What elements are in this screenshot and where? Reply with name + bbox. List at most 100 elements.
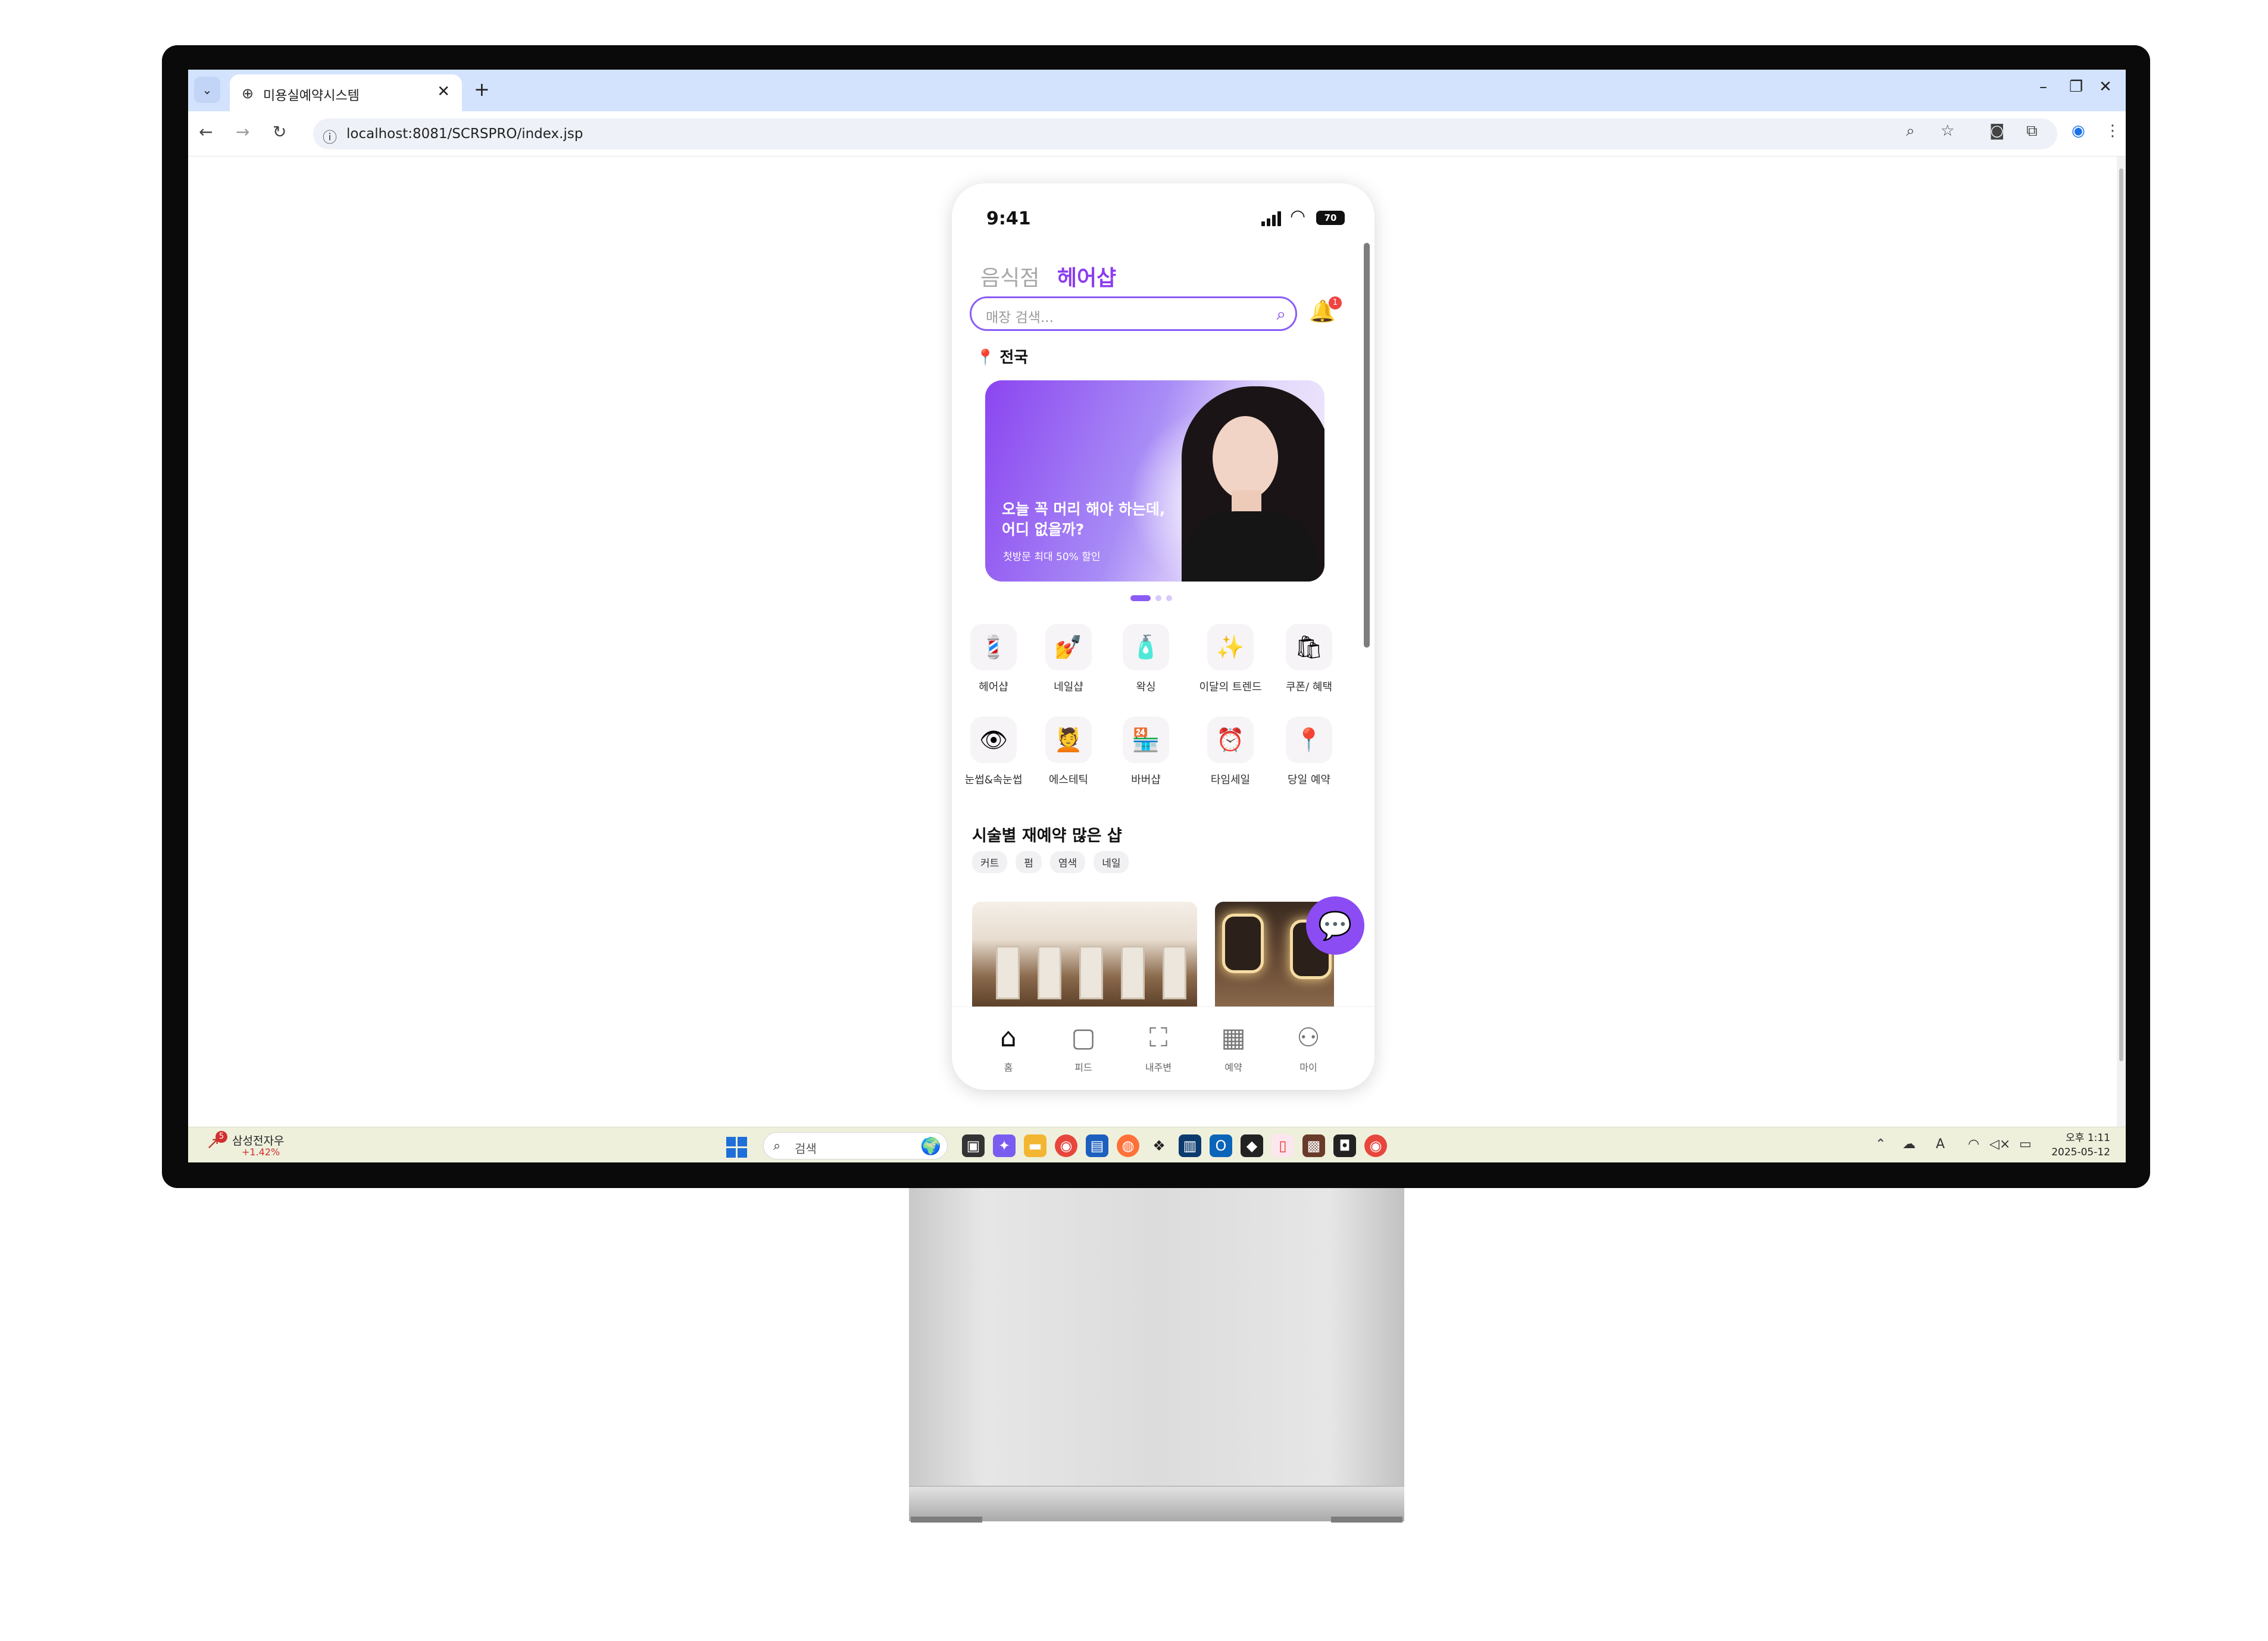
minimize-icon[interactable]: – <box>2039 78 2047 96</box>
page-scrollbar[interactable] <box>2117 157 2126 1127</box>
category-label: 타임세일 <box>1210 774 1251 786</box>
battery-icon[interactable]: ▭ <box>2019 1137 2032 1152</box>
category-label: 네일샵 <box>1054 681 1083 693</box>
extensions-icon[interactable]: ⧉ <box>2026 122 2038 140</box>
figma-icon[interactable]: ◆ <box>1241 1134 1263 1157</box>
chrome-icon[interactable]: ◉ <box>1364 1134 1387 1157</box>
firefox-icon[interactable]: ◍ <box>1117 1134 1139 1157</box>
outlook-icon[interactable]: O <box>1210 1134 1232 1157</box>
url-text: localhost:8081/SCRSPRO/index.jsp <box>346 126 583 142</box>
category-item[interactable]: ⏰ 타임세일 <box>1195 717 1266 787</box>
service-chips: 커트 펌 염색 네일 <box>972 851 1137 873</box>
region-selector[interactable]: 📍 전국 <box>976 345 1028 367</box>
taskbar-clock[interactable]: 오후 1:11 2025-05-12 <box>2051 1131 2110 1159</box>
taskbar-search[interactable]: ⌕ 검색 🌍 <box>763 1132 948 1159</box>
volume-icon[interactable]: ◁× <box>1989 1137 2010 1152</box>
category-item[interactable]: 👁 눈썹&속눈썹 <box>958 717 1029 787</box>
search-icon: ⌕ <box>773 1139 781 1154</box>
tab-restaurant[interactable]: 음식점 <box>980 266 1039 290</box>
chrome-icon[interactable]: ◉ <box>1055 1134 1077 1157</box>
nav-item-calendar[interactable]: ▦ 예약 <box>1201 1023 1266 1074</box>
wifi-icon[interactable]: ◠ <box>1968 1137 1979 1152</box>
trend-icon: ✨ <box>1207 624 1254 670</box>
chip-nail[interactable]: 네일 <box>1094 851 1129 873</box>
tab-hairshop[interactable]: 헤어샵 <box>1057 266 1116 290</box>
sameday-icon: 📍 <box>1286 717 1332 763</box>
pagination-dot-active[interactable] <box>1130 595 1151 601</box>
category-label: 에스테틱 <box>1048 774 1089 786</box>
browser-tab-bar: ⌄ ⊕ 미용실예약시스템 ✕ + – ❐ ✕ <box>188 70 2126 111</box>
nav-item-feed[interactable]: ▢ 피드 <box>1051 1023 1116 1074</box>
address-bar[interactable]: ⓘ localhost:8081/SCRSPRO/index.jsp <box>313 118 2057 149</box>
language-icon[interactable]: A <box>1936 1137 1945 1152</box>
copilot-icon[interactable]: ✦ <box>993 1134 1016 1157</box>
stock-widget[interactable]: ↗ 5 삼성전자우 +1.42% <box>206 1131 301 1159</box>
new-tab-button[interactable]: + <box>474 78 490 101</box>
category-item[interactable]: 💈 헤어샵 <box>958 624 1029 694</box>
home-icon: ⌂ <box>1000 1023 1017 1053</box>
category-item[interactable]: 🏪 바버샵 <box>1110 717 1182 787</box>
tab-close-icon[interactable]: ✕ <box>437 83 450 101</box>
salon-icon: 💈 <box>970 624 1017 670</box>
status-time: 9:41 <box>986 208 1031 229</box>
nav-item-map[interactable]: ⛶ 내주변 <box>1126 1023 1191 1074</box>
category-item[interactable]: 📍 당일 예약 <box>1273 717 1345 787</box>
back-icon[interactable]: ← <box>199 122 213 142</box>
category-item[interactable]: 💆 에스테틱 <box>1033 717 1104 787</box>
restore-icon[interactable]: ❐ <box>2069 78 2083 96</box>
banner-headline-line2: 어디 없을까? <box>1002 521 1085 538</box>
chat-fab-icon[interactable]: 💬 <box>1306 896 1364 955</box>
bookmark-star-icon[interactable]: ☆ <box>1941 122 1954 140</box>
store-search-input[interactable]: 매장 검색... ⌕ <box>970 296 1297 331</box>
screen: ⌄ ⊕ 미용실예약시스템 ✕ + – ❐ ✕ ← → ↻ ⓘ localhost… <box>188 70 2126 1162</box>
nav-item-user[interactable]: ⚇ 마이 <box>1276 1023 1341 1074</box>
category-label: 헤어샵 <box>979 681 1008 693</box>
pagination-dot[interactable] <box>1166 595 1172 601</box>
dropbox-icon[interactable]: ❖ <box>1148 1134 1170 1157</box>
app-icon[interactable]: ◘ <box>1333 1134 1356 1157</box>
nav-item-home[interactable]: ⌂ 홈 <box>976 1023 1041 1074</box>
reload-icon[interactable]: ↻ <box>273 122 286 142</box>
category-item[interactable]: 🛍 쿠폰/ 혜택 <box>1273 624 1345 694</box>
app-icon[interactable]: ▥ <box>1179 1134 1201 1157</box>
category-item[interactable]: 💅 네일샵 <box>1033 624 1104 694</box>
windows-taskbar: ↗ 5 삼성전자우 +1.42% ⌕ 검색 🌍 ▣ ✦ ▬ ◉ ▤ ◍ ❖ ▥ … <box>188 1127 2126 1162</box>
site-info-icon[interactable]: ⓘ <box>323 126 337 146</box>
tab-search-dropdown[interactable]: ⌄ <box>194 77 220 103</box>
notification-bell-icon[interactable]: 🔔 1 <box>1309 296 1342 324</box>
camera-icon[interactable]: ◙ <box>1989 122 2004 140</box>
wifi-icon: ◠ <box>1290 206 1306 227</box>
promo-banner[interactable]: 오늘 꼭 머리 해야 하는데, 어디 없을까? 첫방문 최대 50% 할인 <box>985 380 1324 582</box>
stock-change: +1.42% <box>242 1146 280 1158</box>
notes-icon[interactable]: ▯ <box>1272 1134 1294 1157</box>
signal-icon <box>1261 211 1283 226</box>
phone-scrollbar[interactable] <box>1364 243 1370 648</box>
file-explorer-icon[interactable]: ▬ <box>1024 1134 1046 1157</box>
cloud-icon[interactable]: ☁ <box>1903 1137 1916 1152</box>
user-icon: ⚇ <box>1297 1023 1320 1053</box>
category-item[interactable]: ✨ 이달의 트렌드 <box>1195 624 1266 694</box>
category-label: 이달의 트렌드 <box>1199 681 1262 693</box>
task-view-icon[interactable]: ▣ <box>962 1134 985 1157</box>
game-icon[interactable]: ▩ <box>1302 1134 1325 1157</box>
close-window-icon[interactable]: ✕ <box>2099 78 2112 96</box>
profile-icon[interactable]: ◉ <box>2072 122 2085 140</box>
pagination-dot[interactable] <box>1155 595 1161 601</box>
nav-label: 마이 <box>1299 1062 1317 1073</box>
stand-foot-right <box>1331 1517 1402 1523</box>
chip-cut[interactable]: 커트 <box>972 851 1008 873</box>
search-icon[interactable]: ⌕ <box>1276 304 1286 324</box>
browser-tab[interactable]: ⊕ 미용실예약시스템 ✕ <box>230 74 462 111</box>
shop-card-image[interactable] <box>972 902 1197 1009</box>
category-item[interactable]: 🧴 왁싱 <box>1110 624 1182 694</box>
chip-perm[interactable]: 펌 <box>1016 851 1042 873</box>
search-placeholder: 매장 검색... <box>986 310 1054 326</box>
forward-icon[interactable]: → <box>236 122 249 142</box>
store-icon[interactable]: ▤ <box>1086 1134 1108 1157</box>
chip-dye[interactable]: 염색 <box>1049 851 1086 873</box>
menu-icon[interactable]: ⋮ <box>2105 122 2120 140</box>
zoom-icon[interactable]: ⌕ <box>1906 122 1915 140</box>
tray-overflow-icon[interactable]: ⌃ <box>1875 1137 1886 1152</box>
windows-start-icon[interactable] <box>726 1137 748 1158</box>
stock-name: 삼성전자우 <box>232 1134 285 1148</box>
